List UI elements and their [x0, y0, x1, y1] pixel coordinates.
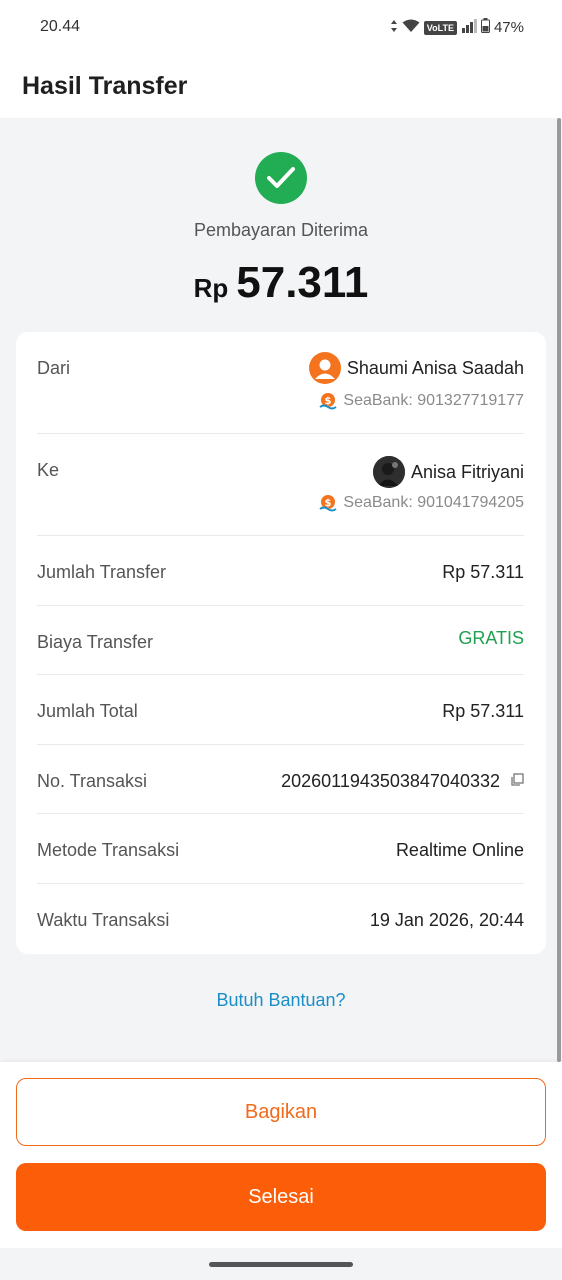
- transaction-id: 202601194350384704033​2: [281, 771, 500, 791]
- row-transaction-id: No. Transaksi 202601194350384704033​2: [37, 745, 524, 814]
- wifi-icon: [402, 19, 420, 37]
- volte-icon: VoLTE: [423, 20, 457, 35]
- row-label: Waktu Transaksi: [37, 910, 170, 930]
- transaction-details-card: Dari Shaumi Anisa Saadah $ SeaBank: 9013…: [16, 332, 546, 954]
- row-time: Waktu Transaksi 19 Jan 2026, 20:44: [37, 884, 524, 954]
- row-to: Ke Anisa Fitriyani $ SeaBank: 9010417942…: [37, 434, 524, 536]
- help-link[interactable]: Butuh Bantuan?: [0, 990, 562, 1011]
- row-label: Jumlah Total: [37, 701, 138, 721]
- row-label: Biaya Transfer: [37, 632, 154, 652]
- row-value: 19 Jan 2026, 20:44: [369, 910, 524, 930]
- copy-icon[interactable]: [510, 773, 524, 792]
- signal-icon: [461, 18, 477, 37]
- recipient-name: Anisa Fitriyani: [410, 461, 524, 482]
- avatar-icon: [308, 352, 341, 384]
- home-indicator[interactable]: [209, 1262, 353, 1267]
- row-transfer-amount: Jumlah Transfer Rp 57.311: [37, 536, 524, 606]
- sender: Shaumi Anisa Saadah: [308, 352, 524, 384]
- amount-currency: Rp: [193, 273, 229, 303]
- recipient: Anisa Fitriyani: [372, 456, 524, 488]
- sender-bank: $ SeaBank: 901327719177: [319, 392, 524, 410]
- battery-percent: 47%: [493, 19, 524, 36]
- recipient-bank-account: SeaBank: 901041794205: [343, 494, 524, 511]
- sender-bank-account: SeaBank: 901327719177: [343, 392, 524, 409]
- row-value: Realtime Online: [395, 840, 524, 860]
- seabank-logo-icon: $: [319, 494, 337, 512]
- done-button[interactable]: Selesai: [16, 1163, 546, 1231]
- app-bar: Hasil Transfer: [0, 56, 562, 118]
- row-value: Rp 57.311: [442, 562, 524, 582]
- share-button[interactable]: Bagikan: [16, 1078, 546, 1146]
- seabank-logo-icon: $: [319, 392, 337, 410]
- status-icons: VoLTE 47%: [390, 18, 524, 37]
- battery-icon: [480, 18, 490, 37]
- row-label: Ke: [37, 460, 60, 480]
- recipient-bank: $ SeaBank: 901041794205: [319, 494, 524, 512]
- row-label: No. Transaksi: [37, 771, 148, 791]
- avatar-icon: [372, 456, 405, 488]
- row-label: Dari: [37, 358, 71, 378]
- fee-badge: GRATIS: [458, 628, 524, 648]
- row-label: Jumlah Transfer: [37, 562, 167, 582]
- amount-value: 57.311: [236, 258, 369, 307]
- check-icon: [255, 152, 307, 204]
- row-method: Metode Transaksi Realtime Online: [37, 814, 524, 884]
- row-value: Rp 57.311: [442, 701, 524, 721]
- row-transfer-fee: Biaya Transfer GRATIS: [37, 606, 524, 675]
- status-bar: 20.44 VoLTE 47%: [0, 0, 562, 56]
- payment-status: Pembayaran Diterima: [193, 220, 369, 240]
- status-time: 20.44: [40, 18, 81, 35]
- sender-name: Shaumi Anisa Saadah: [346, 357, 524, 378]
- row-from: Dari Shaumi Anisa Saadah $ SeaBank: 9013…: [37, 332, 524, 434]
- amount: Rp 57.311: [0, 258, 562, 308]
- row-label: Metode Transaksi: [37, 840, 180, 860]
- row-total: Jumlah Total Rp 57.311: [37, 675, 524, 745]
- page-title: Hasil Transfer: [22, 72, 188, 100]
- data-arrows-icon: [390, 19, 398, 37]
